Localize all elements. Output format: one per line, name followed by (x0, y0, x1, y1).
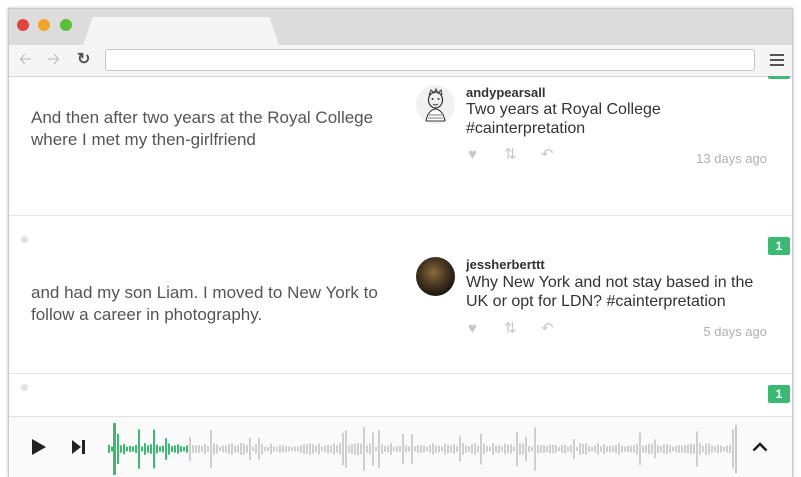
waveform-end-marker (735, 425, 737, 473)
forward-arrow-icon[interactable]: 🡢 (47, 52, 60, 68)
back-arrow-icon[interactable]: 🡠 (19, 52, 32, 68)
timestamp: 5 days ago (703, 324, 767, 339)
retweet-icon[interactable]: ⇅ (504, 321, 517, 337)
photo-portrait-avatar[interactable] (416, 257, 455, 296)
reload-icon[interactable]: ↻ (77, 52, 90, 68)
tweet-author[interactable]: andypearsall (466, 85, 546, 100)
reply-icon[interactable]: ↶ (541, 321, 554, 337)
heart-icon[interactable]: ♥ (468, 147, 477, 163)
close-window-button[interactable] (17, 19, 29, 31)
transcript-row: 1 and had my son Liam. I moved to New Yo… (9, 216, 792, 374)
row-marker-dot (21, 236, 28, 243)
browser-window: 🡠 🡢 ↻ 1 And then after two years at the … (8, 8, 793, 477)
tweet-author[interactable]: jessherberttt (466, 257, 545, 272)
chevron-up-icon[interactable] (752, 442, 768, 452)
row-marker-dot (21, 384, 28, 391)
transcript-feed: 1 And then after two years at the Royal … (9, 76, 792, 416)
tweet-actions: ♥ ⇅ ↶ (468, 147, 568, 163)
sketch-portrait-avatar[interactable] (416, 85, 455, 124)
count-badge: 1 (768, 76, 790, 79)
hamburger-menu-icon[interactable] (770, 54, 784, 69)
count-badge: 1 (768, 385, 790, 403)
reply-icon[interactable]: ↶ (541, 147, 554, 163)
audio-waveform[interactable] (107, 423, 739, 475)
tab-bar (9, 9, 792, 45)
tweet-actions: ♥ ⇅ ↶ (468, 321, 568, 337)
play-icon[interactable] (31, 438, 47, 456)
next-track-icon[interactable] (71, 440, 85, 454)
heart-icon[interactable]: ♥ (468, 321, 477, 337)
transcript-text: And then after two years at the Royal Co… (31, 108, 374, 149)
audio-player (9, 416, 792, 477)
maximize-window-button[interactable] (60, 19, 72, 31)
minimize-window-button[interactable] (38, 19, 50, 31)
browser-toolbar: 🡠 🡢 ↻ (9, 45, 792, 77)
tweet-text: Two years at Royal College #cainterpreta… (466, 101, 661, 137)
retweet-icon[interactable]: ⇅ (504, 147, 517, 163)
count-badge: 1 (768, 237, 790, 255)
playhead-marker[interactable] (113, 423, 116, 475)
address-bar[interactable] (105, 49, 755, 71)
browser-tab[interactable] (83, 17, 279, 45)
transcript-row: 1 And then after two years at the Royal … (9, 76, 792, 216)
transcript-text: and had my son Liam. I moved to New York… (31, 283, 378, 324)
tweet-text: Why New York and not stay based in the U… (466, 274, 754, 310)
transcript-row: 1 (9, 374, 792, 416)
timestamp: 13 days ago (696, 151, 767, 166)
